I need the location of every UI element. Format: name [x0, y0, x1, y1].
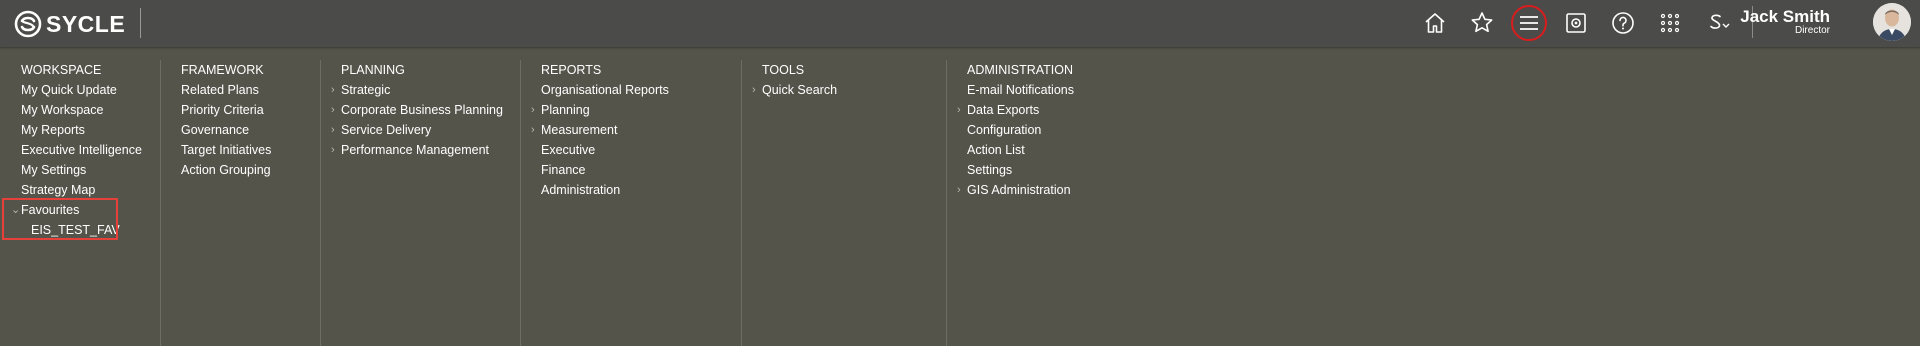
menu-item-strategy-map[interactable]: Strategy Map	[21, 180, 142, 200]
menu-item-organisational-reports[interactable]: Organisational Reports	[541, 80, 669, 100]
s-dropdown-icon	[1710, 14, 1730, 29]
s-dropdown-button[interactable]	[1700, 6, 1738, 40]
menu-item-label: Data Exports	[967, 103, 1040, 117]
menu-column-reports: REPORTS Organisational Reports › Plannin…	[531, 60, 669, 200]
user-name[interactable]: Jack Smith	[1740, 7, 1830, 27]
menu-item-label: GIS Administration	[967, 183, 1071, 197]
help-button[interactable]	[1606, 6, 1640, 40]
menu-heading-reports: REPORTS	[541, 63, 602, 77]
apps-grid-icon	[1660, 13, 1680, 33]
column-divider	[946, 60, 947, 346]
menu-heading-workspace: WORKSPACE	[21, 63, 102, 77]
sycle-logo-icon	[14, 10, 42, 38]
brand-name: SYCLE	[46, 10, 126, 37]
column-divider	[160, 60, 161, 346]
chevron-right-icon: ›	[331, 124, 335, 136]
menu-column-planning: PLANNING › Strategic › Corporate Busines…	[331, 60, 503, 160]
chevron-right-icon: ›	[331, 84, 335, 96]
chevron-right-icon: ›	[752, 84, 756, 96]
menu-item-performance-management[interactable]: › Performance Management	[331, 140, 503, 160]
menu-column-administration: ADMINISTRATION E-mail Notifications › Da…	[957, 60, 1074, 200]
menu-item-target-initiatives[interactable]: Target Initiatives	[181, 140, 271, 160]
menu-item-planning-reports[interactable]: › Planning	[531, 100, 669, 120]
menu-item-executive[interactable]: Executive	[541, 140, 669, 160]
menu-item-priority-criteria[interactable]: Priority Criteria	[181, 100, 271, 120]
menu-item-service-delivery[interactable]: › Service Delivery	[331, 120, 503, 140]
chevron-right-icon: ›	[531, 104, 535, 116]
menu-item-quick-search[interactable]: › Quick Search	[752, 80, 838, 100]
user-role: Director	[1794, 25, 1830, 36]
menu-item-label: Performance Management	[341, 143, 489, 157]
favourites-highlight-box	[2, 198, 118, 240]
chevron-right-icon: ›	[331, 144, 335, 156]
menu-item-corporate-business-planning[interactable]: › Corporate Business Planning	[331, 100, 503, 120]
menu-heading-administration: ADMINISTRATION	[967, 63, 1074, 77]
column-divider	[741, 60, 742, 346]
menu-item-email-notifications[interactable]: E-mail Notifications	[967, 80, 1074, 100]
menu-item-my-reports[interactable]: My Reports	[21, 120, 142, 140]
menu-heading-tools: TOOLS	[762, 63, 805, 77]
apps-button[interactable]	[1653, 6, 1687, 40]
avatar[interactable]	[1873, 3, 1911, 41]
menu-item-finance[interactable]: Finance	[541, 160, 669, 180]
menu-item-related-plans[interactable]: Related Plans	[181, 80, 271, 100]
menu-heading-planning: PLANNING	[341, 63, 405, 77]
menu-item-gis-administration[interactable]: › GIS Administration	[957, 180, 1074, 200]
menu-highlight-ring	[1511, 5, 1547, 41]
screen-record-button[interactable]	[1559, 6, 1593, 40]
menu-column-framework: FRAMEWORK Related Plans Priority Criteri…	[181, 60, 271, 180]
star-icon	[1471, 12, 1493, 33]
menu-item-label: Strategic	[341, 83, 391, 97]
menu-item-my-workspace[interactable]: My Workspace	[21, 100, 142, 120]
menu-item-action-list[interactable]: Action List	[967, 140, 1074, 160]
menu-column-tools: TOOLS › Quick Search	[752, 60, 838, 100]
chevron-right-icon: ›	[957, 184, 961, 196]
screen-record-icon	[1566, 13, 1586, 33]
menu-item-settings[interactable]: Settings	[967, 160, 1074, 180]
menu-item-label: Service Delivery	[341, 123, 432, 137]
menu-item-administration-reports[interactable]: Administration	[541, 180, 669, 200]
menu-item-configuration[interactable]: Configuration	[967, 120, 1074, 140]
menu-item-strategic[interactable]: › Strategic	[331, 80, 503, 100]
chevron-right-icon: ›	[531, 124, 535, 136]
favourites-button[interactable]	[1465, 6, 1499, 40]
logo-divider	[140, 8, 141, 38]
menu-item-label: Quick Search	[762, 83, 838, 97]
home-button[interactable]	[1418, 6, 1452, 40]
user-photo-icon	[1873, 3, 1911, 41]
help-icon	[1612, 12, 1634, 34]
menu-item-measurement[interactable]: › Measurement	[531, 120, 669, 140]
menu-item-my-quick-update[interactable]: My Quick Update	[21, 80, 142, 100]
menu-item-executive-intelligence[interactable]: Executive Intelligence	[21, 140, 142, 160]
top-bar: SYCLE Jack Smith Director	[0, 0, 1920, 47]
menu-item-label: Corporate Business Planning	[341, 103, 503, 117]
menu-item-label: Planning	[541, 103, 590, 117]
home-icon	[1425, 13, 1445, 33]
menu-item-governance[interactable]: Governance	[181, 120, 271, 140]
chevron-right-icon: ›	[957, 104, 961, 116]
column-divider	[520, 60, 521, 346]
main-menu-button[interactable]	[1511, 5, 1547, 41]
menu-item-data-exports[interactable]: › Data Exports	[957, 100, 1074, 120]
chevron-right-icon: ›	[331, 104, 335, 116]
logo[interactable]: SYCLE	[14, 9, 125, 39]
menu-item-action-grouping[interactable]: Action Grouping	[181, 160, 271, 180]
column-divider	[320, 60, 321, 346]
menu-item-my-settings[interactable]: My Settings	[21, 160, 142, 180]
menu-item-label: Measurement	[541, 123, 618, 137]
menu-heading-framework: FRAMEWORK	[181, 63, 264, 77]
